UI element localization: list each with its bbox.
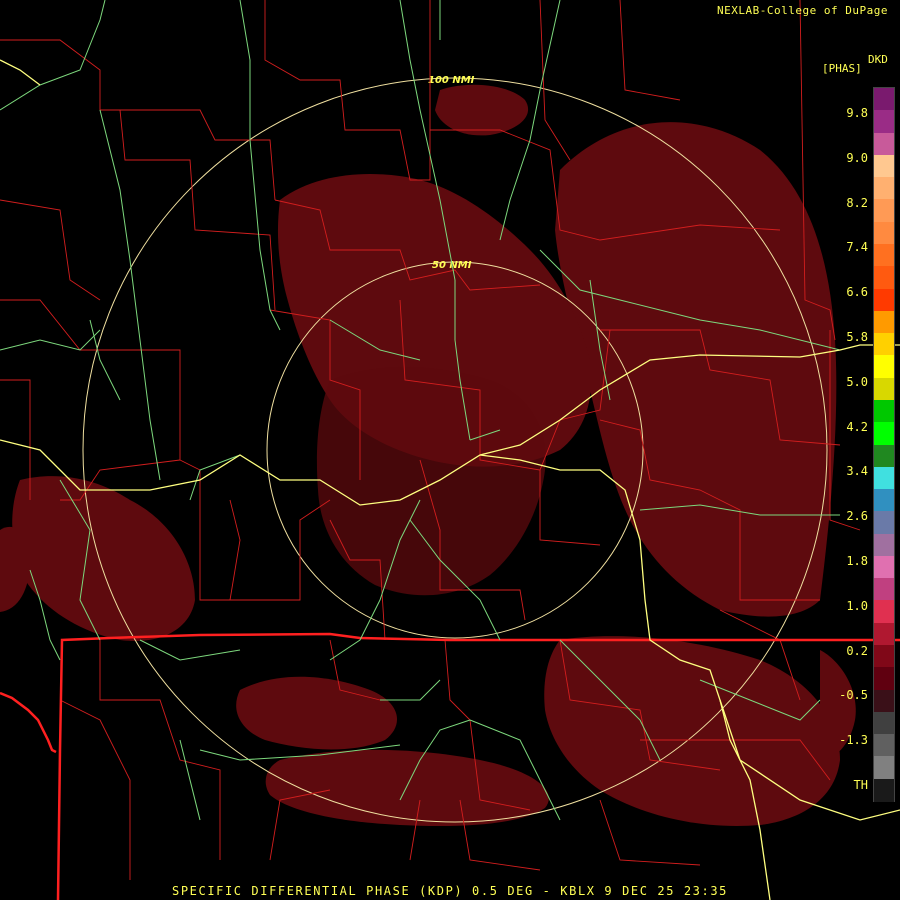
color-scale-tick-label: 4.2 xyxy=(846,419,868,434)
color-scale-segment xyxy=(874,132,894,156)
color-scale-tick-label: TH xyxy=(853,778,868,792)
color-scale-segment xyxy=(874,377,894,401)
color-scale-segment xyxy=(874,288,894,312)
color-scale-segment xyxy=(874,243,894,267)
color-scale-segment xyxy=(874,555,894,579)
radar-viewer: 100 NMI 50 NMI NEXLAB-College of DuPage … xyxy=(0,0,900,900)
color-scale-tick-label: 5.0 xyxy=(846,374,868,389)
color-scale-segment xyxy=(874,645,894,668)
color-scale-segment xyxy=(874,600,894,624)
color-scale-tick-label: 9.8 xyxy=(846,106,868,120)
color-scale-segment xyxy=(874,711,894,735)
color-scale-tick-label: 7.4 xyxy=(846,240,868,255)
color-scale-segment xyxy=(874,444,894,468)
credit-text: NEXLAB-College of DuPage xyxy=(717,4,888,17)
color-scale-tick-label: 0.2 xyxy=(846,643,868,658)
color-scale-segment xyxy=(874,778,894,802)
color-scale-segment xyxy=(874,177,894,200)
ring-label-100: 100 NMI xyxy=(428,75,475,86)
color-scale-segment xyxy=(874,689,894,713)
color-scale-segment xyxy=(874,734,894,757)
radar-map[interactable]: 100 NMI 50 NMI xyxy=(0,0,900,900)
color-scale-tick-label: 6.6 xyxy=(846,285,868,300)
color-scale-segment xyxy=(874,578,894,601)
legend-product-code: DKD xyxy=(868,53,888,66)
color-scale-tick-label: 1.8 xyxy=(846,554,868,568)
color-scale-segment xyxy=(874,199,894,223)
color-scale-tick-label: 2.6 xyxy=(846,509,868,524)
color-scale-segment xyxy=(874,110,894,134)
color-scale-segment xyxy=(874,221,894,245)
color-scale-tick-label: 3.4 xyxy=(846,464,868,479)
color-scale-segment xyxy=(874,511,894,535)
color-scale-tick-label: 5.8 xyxy=(846,330,868,344)
color-scale-tick-label: 9.0 xyxy=(846,150,868,165)
color-scale-segment xyxy=(874,266,894,290)
color-scale-segment xyxy=(874,154,894,178)
legend-units: [PHAS] xyxy=(822,62,862,75)
color-scale-segment xyxy=(874,489,894,512)
color-scale-segment xyxy=(874,622,894,646)
color-scale-segment xyxy=(874,310,894,334)
color-scale-segment xyxy=(874,399,894,423)
color-scale-bar xyxy=(873,87,895,802)
color-scale-segment xyxy=(874,333,894,356)
color-scale-segment xyxy=(874,466,894,490)
color-scale-tick-label: -0.5 xyxy=(839,688,868,703)
color-scale-segment xyxy=(874,88,894,111)
color-scale-tick-label: 8.2 xyxy=(846,195,868,210)
color-scale-tick-label: 1.0 xyxy=(846,598,868,613)
product-caption: SPECIFIC DIFFERENTIAL PHASE (KDP) 0.5 DE… xyxy=(172,884,728,898)
color-scale-segment xyxy=(874,355,894,379)
color-scale-segment xyxy=(874,533,894,557)
color-scale-segment xyxy=(874,667,894,691)
color-scale-segment xyxy=(874,756,894,780)
color-scale-tick-label: -1.3 xyxy=(839,733,868,748)
color-scale-segment xyxy=(874,422,894,445)
